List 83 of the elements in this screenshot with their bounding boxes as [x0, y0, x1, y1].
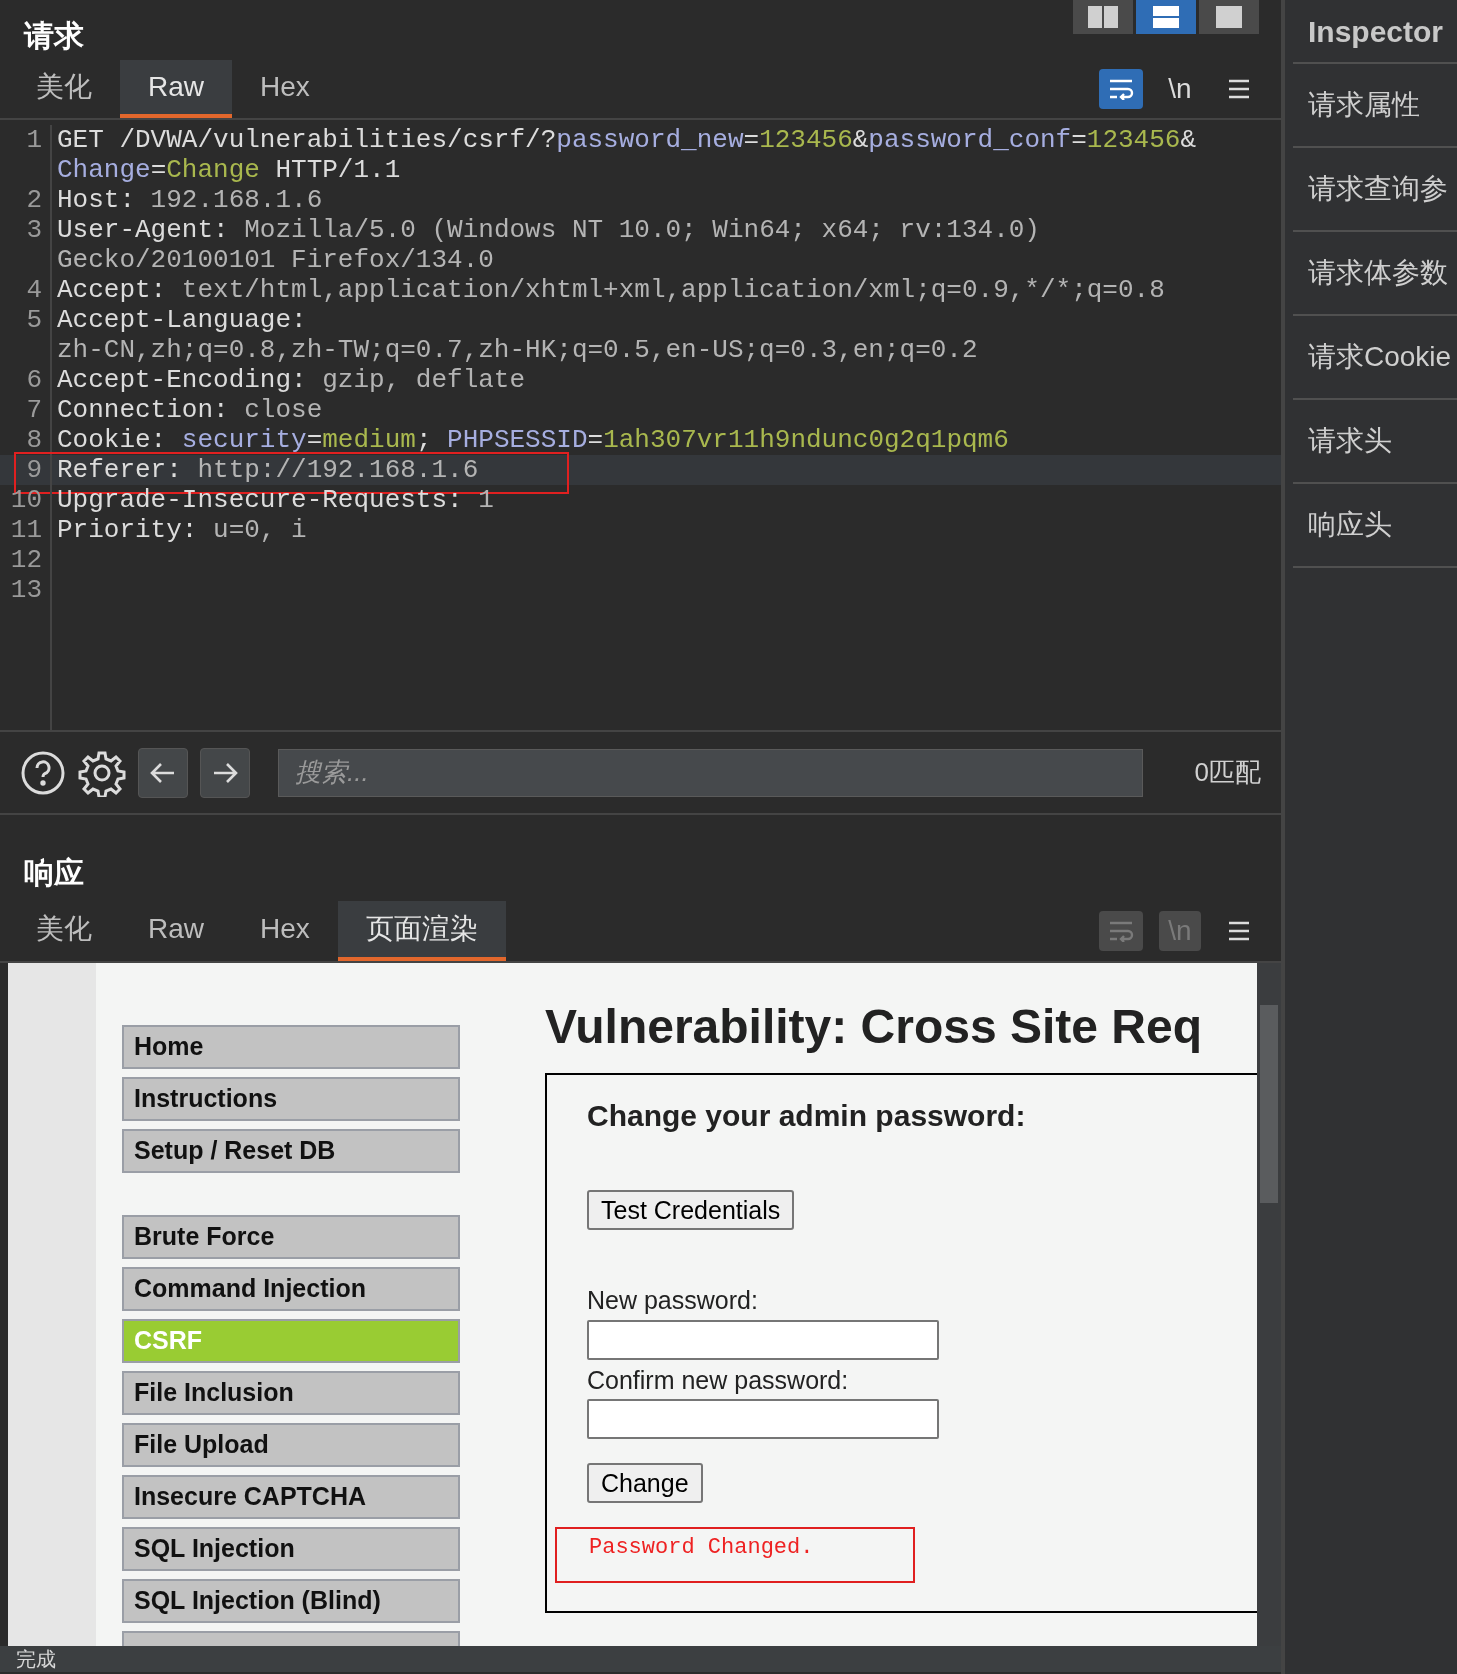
nav-menu-item[interactable]: SQL Injection	[122, 1527, 460, 1571]
code-line: Cookie: security=medium; PHPSESSID=1ah307vr11h9ndunc0g2q1pqm6	[57, 425, 1009, 455]
wrap-icon	[1108, 78, 1134, 100]
line-number: 9	[26, 455, 42, 485]
nav-menu-item[interactable]: Setup / Reset DB	[122, 1129, 460, 1173]
scrollbar-thumb[interactable]	[1260, 1005, 1278, 1203]
split-columns-icon	[1088, 6, 1118, 28]
inspector-section[interactable]: 请求Cookie	[1308, 336, 1452, 378]
test-credentials-button[interactable]: Test Credentials	[587, 1190, 795, 1230]
nav-menu-item[interactable]: Home	[122, 1025, 460, 1069]
line-number: 8	[26, 425, 42, 455]
code-line: zh-CN,zh;q=0.8,zh-TW;q=0.7,zh-HK;q=0.5,en-US;q=0.3,en;q=0.2	[57, 335, 978, 365]
next-button[interactable]	[200, 747, 250, 798]
line-number: 4	[26, 275, 42, 305]
code-line: Gecko/20100101 Firefox/134.0	[57, 245, 494, 275]
tab[interactable]: 美化	[8, 901, 120, 961]
wrap-icon	[1108, 920, 1134, 942]
code-line: GET /DVWA/vulnerabilities/csrf/?password_new=123456&password_conf=123456&	[57, 125, 1197, 155]
panel-title: 请求	[24, 18, 84, 54]
panel-title: 响应	[24, 855, 84, 891]
nav-menu-item[interactable]: Command Injection	[122, 1267, 460, 1311]
nav-menu-item[interactable]: Brute Force	[122, 1215, 460, 1259]
new-password-field[interactable]	[587, 1319, 939, 1360]
confirm-password-field[interactable]	[587, 1399, 939, 1439]
tab[interactable]: 页面渲染	[337, 901, 506, 961]
change-button[interactable]: Change	[587, 1463, 703, 1503]
field-label: Confirm new password:	[587, 1364, 849, 1396]
code-line: Accept-Encoding: gzip, deflate	[57, 365, 526, 395]
inspector-section[interactable]: 请求查询参	[1308, 168, 1448, 210]
result-message: Password Changed.	[555, 1527, 915, 1583]
nav-menu-item[interactable]: File Inclusion	[122, 1371, 460, 1415]
code-line: Connection: close	[57, 395, 323, 425]
line-number: 5	[26, 305, 42, 335]
arrow-left-icon	[150, 761, 176, 784]
layout-button[interactable]	[1073, 0, 1133, 34]
code-line: User-Agent: Mozilla/5.0 (Windows NT 10.0; Win64; x64; rv:134.0)	[57, 215, 1040, 245]
nav-menu-item[interactable]: Instructions	[122, 1077, 460, 1121]
field-label: New password:	[587, 1285, 758, 1316]
nav-menu-item[interactable]: File Upload	[122, 1423, 460, 1467]
line-number: 13	[10, 575, 42, 605]
code-line: Accept-Language:	[57, 305, 307, 335]
menu-icon	[1227, 920, 1251, 942]
line-number: 3	[26, 215, 42, 245]
form-title: Change your admin password:	[587, 1098, 1026, 1134]
line-number: 11	[10, 515, 42, 545]
inspector-section[interactable]: 请求属性	[1308, 84, 1420, 126]
newline-toggle[interactable]: \n	[1159, 69, 1201, 109]
help-icon[interactable]	[20, 749, 66, 796]
status-text: 完成	[16, 1647, 56, 1672]
code-line: Priority: u=0, i	[57, 515, 307, 545]
inspector-title: Inspector	[1308, 13, 1444, 50]
line-number: 1	[26, 125, 42, 155]
code-line: Referer: http://192.168.1.6	[57, 455, 479, 485]
inspector-section[interactable]: 请求体参数	[1308, 252, 1448, 294]
tab[interactable]: Hex	[232, 60, 338, 118]
tab[interactable]: Hex	[232, 901, 338, 961]
single-pane-icon	[1216, 6, 1242, 28]
code-line: Change=Change HTTP/1.1	[57, 155, 401, 185]
line-number: 7	[26, 395, 42, 425]
previous-button[interactable]	[138, 747, 188, 798]
tab[interactable]: Raw	[120, 60, 232, 118]
nav-menu-item[interactable]: Insecure CAPTCHA	[122, 1475, 460, 1519]
split-rows-icon	[1153, 6, 1179, 28]
tab[interactable]: Raw	[120, 901, 232, 961]
nav-menu-item[interactable]: SQL Injection (Blind)	[122, 1579, 460, 1623]
menu-icon	[1227, 78, 1251, 100]
code-line: Host: 192.168.1.6	[57, 185, 323, 215]
line-number: 6	[26, 365, 42, 395]
line-number: 12	[10, 545, 42, 575]
inspector-section[interactable]: 响应头	[1308, 504, 1392, 546]
arrow-right-icon	[212, 761, 238, 784]
layout-button[interactable]	[1136, 0, 1196, 34]
code-line: Accept: text/html,application/xhtml+xml,application/xml;q=0.9,*/*;q=0.8	[57, 275, 1165, 305]
line-number: 2	[26, 185, 42, 215]
line-number: 10	[10, 485, 42, 515]
wrap-toggle[interactable]	[1099, 69, 1143, 109]
tab[interactable]: 美化	[8, 60, 120, 118]
layout-button[interactable]	[1199, 0, 1259, 34]
code-line: Upgrade-Insecure-Requests: 1	[57, 485, 494, 515]
page-heading: Vulnerability: Cross Site Req	[545, 999, 1204, 1055]
match-count: 0匹配	[1194, 756, 1261, 789]
inspector-section[interactable]: 请求头	[1308, 420, 1392, 462]
search-field[interactable]: 搜索...	[278, 748, 1143, 797]
